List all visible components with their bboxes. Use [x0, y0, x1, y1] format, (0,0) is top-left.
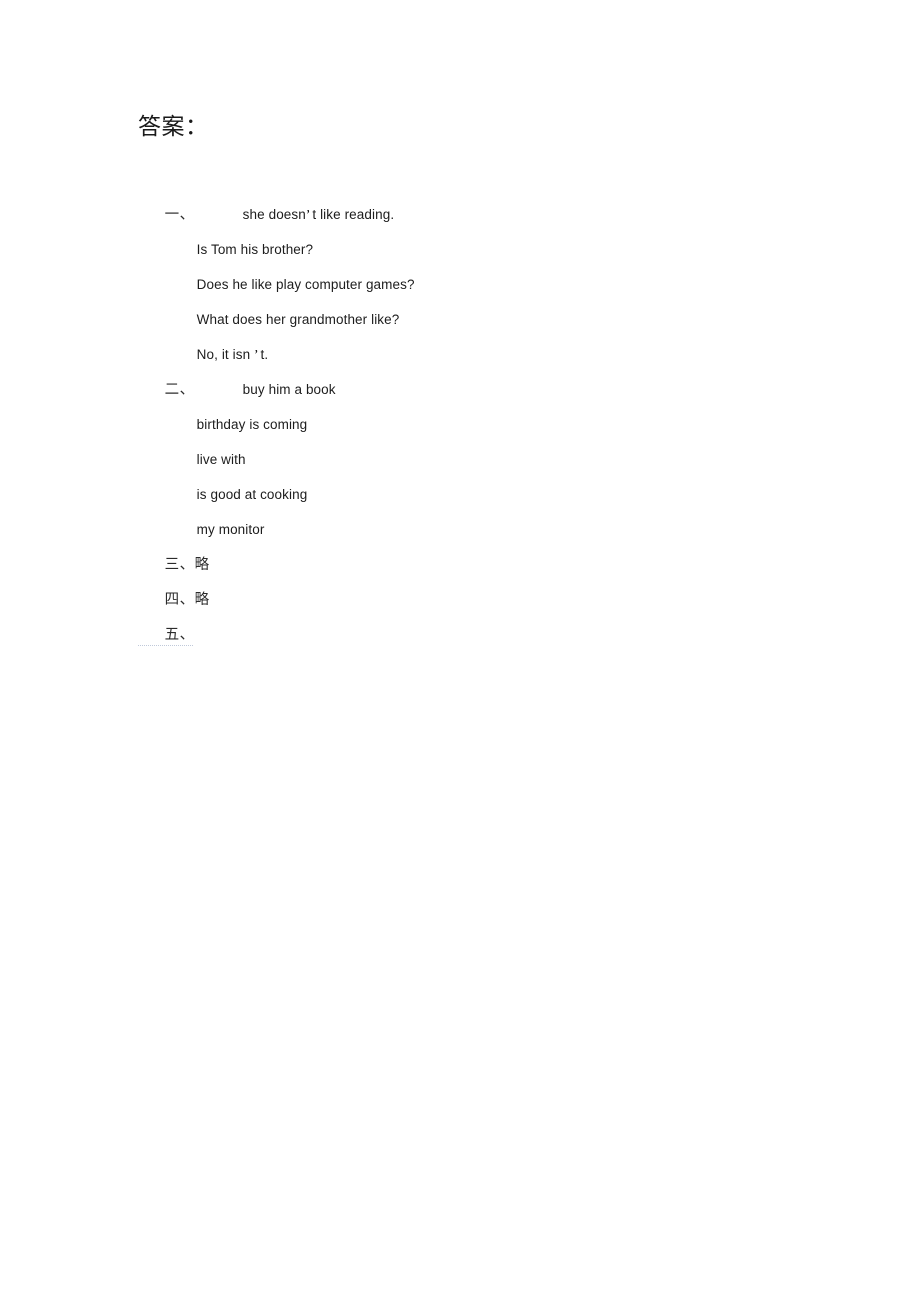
- document-page: 答案： 一、 she doesn’ t like reading. Is Tom h…: [0, 0, 920, 1303]
- answer-line-1-5: No, it isn ’ t.: [138, 302, 838, 362]
- answer-line-2-4: is good at cooking: [138, 442, 838, 502]
- answer-line-1-1: 一、 she doesn’ t like reading.: [138, 162, 838, 223]
- dotted-rule-divider: [138, 645, 193, 647]
- section-marker-5: 五、: [164, 627, 195, 643]
- answer-line-4: 四、略: [138, 547, 838, 608]
- answer-key-content: 答案： 一、 she doesn’ t like reading. Is Tom h…: [138, 112, 838, 646]
- answer-line-1-4: What does her grandmother like?: [138, 267, 838, 327]
- answer-line-1-3: Does he like play computer games?: [138, 232, 838, 292]
- page-title: 答案：: [138, 114, 209, 139]
- answer-line-2-5: my monitor: [138, 477, 838, 537]
- answer-line-2-3: live with: [138, 407, 838, 467]
- answer-line-2-1: 二、 buy him a book: [138, 337, 838, 398]
- answer-line-2-2: birthday is coming: [138, 372, 838, 432]
- answer-line-1-2: Is Tom his brother?: [138, 197, 838, 257]
- answer-line-5: 五、: [138, 582, 838, 643]
- answer-line-3: 三、略: [138, 512, 838, 573]
